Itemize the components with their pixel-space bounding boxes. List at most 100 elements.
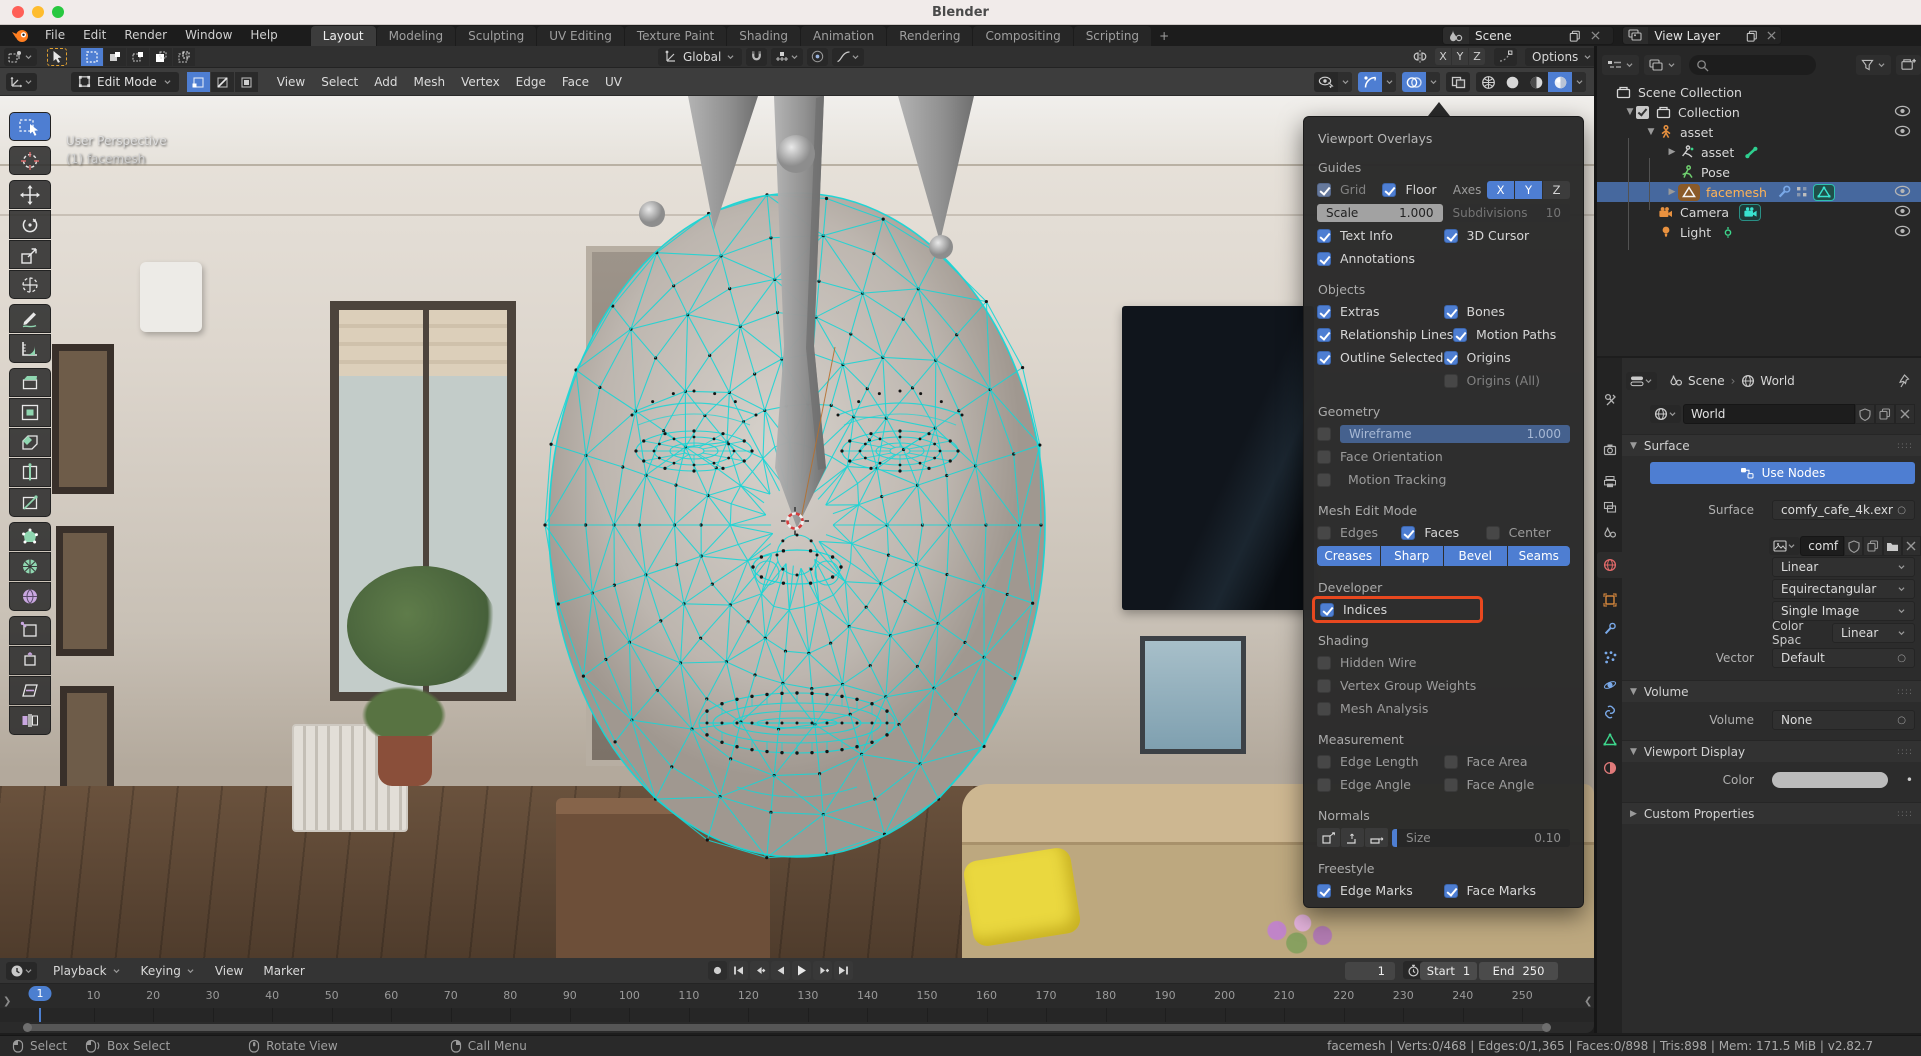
wireframe-slider[interactable]: Wireframe1.000 <box>1340 425 1570 443</box>
properties-tab-particles[interactable] <box>1597 644 1622 670</box>
timeline-scrollbar[interactable] <box>26 1024 1548 1031</box>
overlay-option-edges[interactable]: Edges <box>1317 525 1401 540</box>
volume-field[interactable]: None○ <box>1772 710 1915 730</box>
viewport-canvas[interactable]: User Perspective (1) facemesh Viewport O… <box>0 96 1594 958</box>
properties-tab-physics[interactable] <box>1597 672 1622 698</box>
workspace-tab-animation[interactable]: Animation <box>801 26 886 46</box>
object-visibility-icon[interactable] <box>1314 72 1338 92</box>
shading-wireframe-icon[interactable] <box>1476 72 1500 92</box>
view-layer-browse-icon[interactable] <box>1623 26 1648 45</box>
record-button[interactable] <box>708 961 727 980</box>
outliner-display-mode-dropdown[interactable] <box>1602 55 1639 75</box>
loop-cut-tool-button[interactable] <box>9 458 51 487</box>
custom-properties-panel-header[interactable]: ▶Custom Properties:::: <box>1622 802 1921 824</box>
toggle-bevel[interactable]: Bevel <box>1444 546 1507 566</box>
browse-world-dropdown[interactable] <box>1650 405 1681 423</box>
new-view-layer-icon[interactable] <box>1742 26 1761 45</box>
properties-tab-material[interactable] <box>1597 755 1622 781</box>
outliner-row-collection[interactable]: ▼Collection <box>1597 102 1921 122</box>
outliner-filter-dropdown[interactable] <box>1856 55 1891 75</box>
split-normals-icon[interactable] <box>1341 828 1364 847</box>
mirror-x-toggle[interactable]: X <box>1435 48 1451 65</box>
snap-curve-icon[interactable] <box>1494 48 1517 66</box>
properties-tab-constraints[interactable] <box>1597 699 1622 725</box>
checkbox-face-marks[interactable] <box>1444 884 1458 898</box>
hide-in-viewport-icon[interactable] <box>1894 185 1911 197</box>
unlink-world-icon[interactable] <box>1895 404 1915 424</box>
select-mode-new[interactable] <box>81 48 103 66</box>
hide-in-viewport-icon[interactable] <box>1894 105 1911 117</box>
axis-y-toggle[interactable]: Y <box>1515 181 1542 199</box>
copy-world-icon[interactable] <box>1875 404 1895 424</box>
viewport-menu-edge[interactable]: Edge <box>508 75 554 89</box>
play-reverse-button[interactable] <box>771 961 790 980</box>
properties-tab-view-layer[interactable] <box>1597 495 1622 521</box>
overlay-option-edge-angle[interactable]: Edge Angle <box>1317 777 1444 792</box>
new-collection-button[interactable] <box>1896 55 1921 75</box>
rip-region-tool-button[interactable] <box>9 706 51 735</box>
timeline-tick-area[interactable] <box>0 1008 1594 1022</box>
properties-tab-object[interactable] <box>1597 587 1622 613</box>
checkbox-edge-angle[interactable] <box>1317 778 1331 792</box>
outliner-filter-image-dropdown[interactable] <box>1644 55 1681 75</box>
checkbox-edges[interactable] <box>1317 526 1331 540</box>
viewport-menu-mesh[interactable]: Mesh <box>406 75 454 89</box>
outliner-search-input[interactable] <box>1689 55 1816 75</box>
edge-slide-tool-button[interactable] <box>9 616 51 645</box>
overlay-option-face-angle[interactable]: Face Angle <box>1444 777 1571 792</box>
overlay-option-motion-tracking[interactable]: Motion Tracking <box>1317 472 1453 487</box>
xray-icon[interactable] <box>1446 72 1470 92</box>
properties-tab-render[interactable] <box>1597 437 1622 463</box>
select-mode-invert[interactable] <box>150 48 172 66</box>
face-select-mode-button[interactable] <box>235 72 258 92</box>
checkbox-face-orientation[interactable] <box>1317 450 1331 464</box>
checkbox-grid[interactable] <box>1317 183 1331 197</box>
overlay-option-hidden-wire[interactable]: Hidden Wire <box>1317 655 1453 670</box>
menu-help[interactable]: Help <box>241 25 286 46</box>
rotate-tool-button[interactable] <box>9 210 51 239</box>
expand-right-icon[interactable]: ▶ <box>1666 147 1678 157</box>
delete-scene-icon[interactable] <box>1585 26 1605 45</box>
properties-tab-modifiers[interactable] <box>1597 616 1622 642</box>
knife-tool-button[interactable] <box>9 488 51 517</box>
gizmo-icon[interactable] <box>1358 72 1382 92</box>
viewport-menu-face[interactable]: Face <box>554 75 597 89</box>
menu-window[interactable]: Window <box>176 25 241 46</box>
scene-selector[interactable]: Scene <box>1442 26 1614 45</box>
checkbox-origins[interactable] <box>1444 351 1458 365</box>
overlay-option-center[interactable]: Center <box>1486 525 1570 540</box>
checkbox-text-info[interactable] <box>1317 229 1331 243</box>
snap-target-dropdown[interactable] <box>771 48 803 66</box>
mode-dropdown[interactable]: Edit Mode <box>71 72 179 92</box>
expand-right-icon[interactable]: ▶ <box>1666 187 1678 197</box>
active-tool-indicator[interactable] <box>47 48 67 66</box>
scene-name[interactable]: Scene <box>1469 29 1565 43</box>
toggle-seams[interactable]: Seams <box>1508 546 1571 566</box>
overlay-option-extras[interactable]: Extras <box>1317 304 1444 319</box>
checkbox-wireframe[interactable] <box>1317 427 1331 441</box>
checkbox-motion-tracking[interactable] <box>1317 473 1331 487</box>
select-mode-intersect[interactable] <box>173 48 195 66</box>
timeline-editor-type-dropdown[interactable] <box>6 962 37 980</box>
previous-keyframe-button[interactable] <box>750 961 769 980</box>
toggle-creases[interactable]: Creases <box>1317 546 1380 566</box>
axis-z-toggle[interactable]: Z <box>1543 181 1570 199</box>
object-type-visibility-dropdown[interactable] <box>1338 72 1352 92</box>
normals-size-slider[interactable]: Size0.10 <box>1392 829 1570 847</box>
hide-in-viewport-icon[interactable] <box>1894 225 1911 237</box>
add-workspace-button[interactable]: + <box>1152 26 1176 46</box>
timeline-menu-view[interactable]: View <box>205 964 253 978</box>
axis-x-toggle[interactable]: X <box>1487 181 1514 199</box>
properties-tab-tool[interactable] <box>1597 387 1622 413</box>
workspace-tab-scripting[interactable]: Scripting <box>1074 26 1151 46</box>
animate-property-dot[interactable]: • <box>1906 773 1913 787</box>
smooth-tool-button[interactable] <box>9 582 51 611</box>
checkbox-annotations[interactable] <box>1317 252 1331 266</box>
overlay-option-face-orientation[interactable]: Face Orientation <box>1317 449 1453 464</box>
play-button[interactable] <box>792 961 811 980</box>
remove-view-layer-icon[interactable] <box>1762 26 1781 45</box>
checkbox-outline-selected[interactable] <box>1317 351 1331 365</box>
collapse-right-icon[interactable]: ❮ <box>1584 996 1592 1007</box>
viewport-display-panel-header[interactable]: ▼Viewport Display:::: <box>1622 740 1921 762</box>
extrude-region-tool-button[interactable] <box>9 368 51 397</box>
